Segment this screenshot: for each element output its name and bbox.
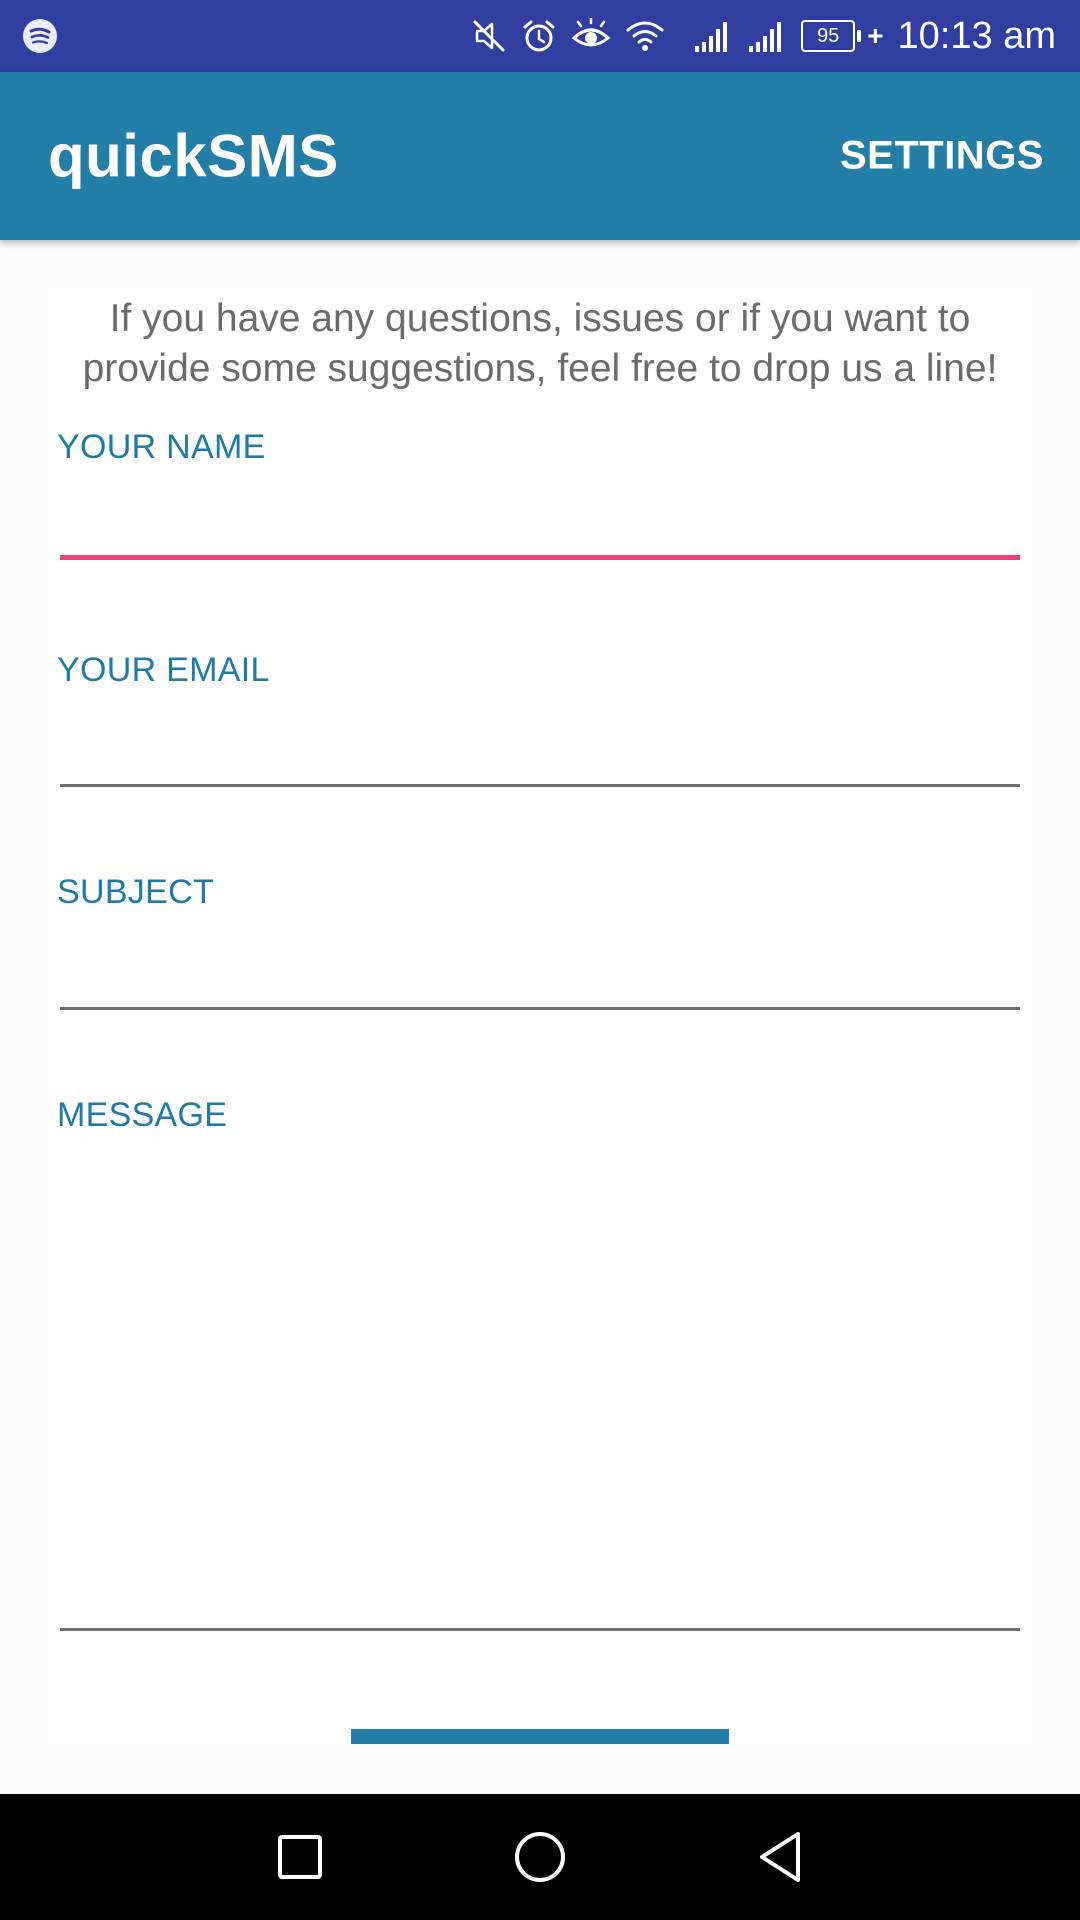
alarm-icon [521, 18, 557, 54]
mute-icon [471, 18, 507, 54]
battery-level: 95 [801, 20, 856, 52]
charging-indicator: + [867, 20, 884, 51]
send-button[interactable] [351, 1729, 729, 1744]
contact-form-card: If you have any questions, issues or if … [48, 288, 1032, 1744]
message-textarea[interactable] [60, 1157, 1020, 1631]
name-label: YOUR NAME [57, 428, 266, 466]
back-icon[interactable] [735, 1812, 825, 1902]
signal-icon [747, 18, 787, 54]
battery-icon: 95 + [801, 20, 884, 52]
intro-text: If you have any questions, issues or if … [82, 297, 998, 390]
navigation-bar [0, 1794, 1080, 1920]
spotify-icon [22, 18, 58, 54]
settings-button[interactable]: SETTINGS [840, 134, 1044, 179]
status-bar: 95 + 10:13 am [0, 0, 1080, 72]
signal-icon [693, 18, 733, 54]
wifi-icon [625, 18, 665, 54]
message-label: MESSAGE [57, 1096, 228, 1134]
status-time: 10:13 am [897, 14, 1056, 57]
name-input[interactable] [60, 490, 1020, 560]
subject-input[interactable] [60, 940, 1020, 1010]
home-icon[interactable] [495, 1812, 585, 1902]
recents-icon[interactable] [255, 1812, 345, 1902]
app-title: quickSMS [48, 122, 339, 190]
app-bar: quickSMS SETTINGS [0, 72, 1080, 240]
email-input[interactable] [60, 717, 1020, 787]
email-label: YOUR EMAIL [57, 651, 270, 689]
subject-label: SUBJECT [57, 873, 215, 911]
eye-comfort-icon [571, 18, 611, 54]
